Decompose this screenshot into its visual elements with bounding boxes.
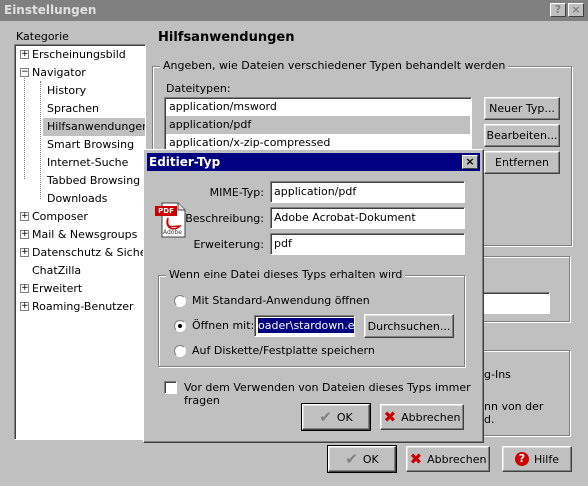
sidebar-item-languages[interactable]: Sprachen: [47, 100, 99, 118]
expand-icon[interactable]: +: [20, 50, 29, 59]
category-tree[interactable]: + Erscheinungsbild − Navigator History S…: [14, 44, 146, 440]
page-title: Hilfsanwendungen: [158, 30, 295, 45]
sidebar-item-smart-browsing[interactable]: Smart Browsing: [47, 136, 134, 154]
expand-icon[interactable]: +: [20, 230, 29, 239]
pdf-icon-brand: Adobe: [163, 229, 182, 236]
always-ask-checkbox[interactable]: [164, 381, 177, 394]
handling-group-label: Wenn eine Datei dieses Typs erhalten wir…: [166, 268, 406, 281]
tree-line: [40, 81, 41, 199]
ok-button-label: OK: [362, 452, 379, 466]
sidebar-item-label: Mail & Newsgroups: [32, 228, 138, 241]
dialog-title: Editier-Typ: [149, 155, 221, 169]
edit-button-label: Bearbeiten...: [486, 129, 558, 142]
sidebar-item-chatzilla[interactable]: ChatZilla: [32, 262, 81, 280]
sidebar-item-label: Erweitert: [32, 282, 83, 295]
partial-text: d.: [484, 413, 495, 426]
partial-text: nn von der: [484, 400, 544, 413]
sidebar-item-label: Hilfsanwendungen: [47, 120, 146, 133]
sidebar-item-tabbed-browsing[interactable]: Tabbed Browsing: [47, 172, 140, 190]
description-field[interactable]: Adobe Acrobat-Dokument: [270, 207, 465, 229]
sidebar-item-label: Sprachen: [47, 102, 99, 115]
open-with-value: oader\stardown.exe: [258, 318, 354, 333]
mime-type-field[interactable]: application/pdf: [270, 181, 465, 203]
expand-icon[interactable]: +: [20, 248, 29, 257]
sidebar-item-helper-apps[interactable]: Hilfsanwendungen: [43, 118, 146, 136]
cancel-button-label: Abbrechen: [427, 452, 487, 466]
browse-button-label: Durchsuchen...: [367, 319, 451, 333]
close-title-button[interactable]: ×: [568, 3, 584, 17]
sidebar-item-label: Composer: [32, 210, 88, 223]
window-title: Einstellungen: [4, 3, 97, 17]
browse-button[interactable]: Durchsuchen...: [364, 314, 454, 338]
help-title-button[interactable]: ?: [550, 3, 566, 17]
sidebar-item-label: Tabbed Browsing: [47, 174, 141, 187]
sidebar-item-label: Navigator: [32, 66, 86, 79]
sidebar-item-label: ChatZilla: [32, 264, 82, 277]
dialog-cancel-button[interactable]: ✖ Abbrechen: [380, 404, 464, 430]
sidebar-label: Kategorie: [16, 30, 69, 43]
new-type-button-label: Neuer Typ...: [489, 102, 555, 115]
sidebar-item-label: Datenschutz & Sicherhe: [32, 246, 145, 259]
sidebar-item-label: History: [47, 84, 87, 97]
cancel-button[interactable]: ✖ Abbrechen: [406, 446, 490, 472]
dialog-ok-button[interactable]: ✔ OK: [301, 403, 371, 431]
list-item[interactable]: application/pdf: [166, 116, 470, 134]
remove-button[interactable]: Entfernen: [484, 151, 560, 174]
cancel-x-icon: ✖: [383, 408, 397, 426]
dialog-ok-label: OK: [336, 410, 353, 424]
edit-button[interactable]: Bearbeiten...: [484, 124, 560, 147]
file-types-label: Dateitypen:: [166, 82, 231, 95]
radio-open-with-label[interactable]: Öffnen mit:: [192, 319, 254, 332]
help-button-label: Hilfe: [533, 452, 560, 466]
window-titlebar: Einstellungen ? ×: [0, 0, 588, 21]
collapse-icon[interactable]: −: [20, 68, 29, 77]
radio-save-disk-label[interactable]: Auf Diskette/Festplatte speichern: [192, 344, 375, 357]
dialog-cancel-label: Abbrechen: [401, 410, 461, 424]
open-with-field[interactable]: oader\stardown.exe: [254, 315, 355, 337]
expand-icon[interactable]: +: [20, 284, 29, 293]
list-item[interactable]: application/msword: [166, 98, 470, 116]
sidebar-item-label: Downloads: [47, 192, 108, 205]
remove-button-label: Entfernen: [495, 156, 549, 169]
extension-field[interactable]: pdf: [270, 233, 465, 255]
help-button[interactable]: ? Hilfe: [502, 446, 572, 472]
extension-label: Erweiterung:: [193, 238, 264, 251]
sidebar-item-label: Internet-Suche: [47, 156, 129, 169]
radio-default-app[interactable]: [174, 295, 186, 307]
new-type-button[interactable]: Neuer Typ...: [484, 97, 560, 120]
file-types-list[interactable]: application/msword application/pdf appli…: [164, 97, 472, 153]
ok-button[interactable]: ✔ OK: [327, 445, 397, 473]
help-icon: ?: [514, 452, 529, 466]
sidebar-item-label: Smart Browsing: [47, 138, 135, 151]
pdf-icon-text: PDF: [158, 207, 174, 215]
partial-text: g-Ins: [484, 368, 511, 381]
file-types-group-label: Angeben, wie Dateien verschiedener Typen…: [160, 59, 509, 72]
expand-icon[interactable]: +: [20, 212, 29, 221]
sidebar-item-history[interactable]: History: [47, 82, 86, 100]
dialog-titlebar: Editier-Typ ×: [147, 153, 480, 171]
radio-open-with[interactable]: [174, 320, 186, 332]
check-icon: ✔: [345, 450, 358, 468]
sidebar-item-label: Erscheinungsbild: [32, 48, 126, 61]
mime-type-label: MIME-Typ:: [209, 186, 264, 199]
sidebar-item-downloads[interactable]: Downloads: [47, 190, 107, 208]
tree-line: [24, 71, 25, 179]
pdf-file-icon: PDF Adobe: [154, 202, 186, 238]
dialog-close-button[interactable]: ×: [462, 155, 478, 169]
edit-type-dialog: Editier-Typ × PDF Adobe MIME-Typ: applic…: [143, 149, 484, 443]
cancel-x-icon: ✖: [409, 450, 423, 468]
sidebar-item-internet-search[interactable]: Internet-Suche: [47, 154, 128, 172]
check-icon: ✔: [319, 408, 332, 426]
sidebar-item-label: Roaming-Benutzer: [32, 300, 134, 313]
radio-default-app-label[interactable]: Mit Standard-Anwendung öffnen: [192, 294, 370, 307]
radio-save-disk[interactable]: [174, 345, 186, 357]
expand-icon[interactable]: +: [20, 302, 29, 311]
description-label: Beschreibung:: [185, 212, 264, 225]
